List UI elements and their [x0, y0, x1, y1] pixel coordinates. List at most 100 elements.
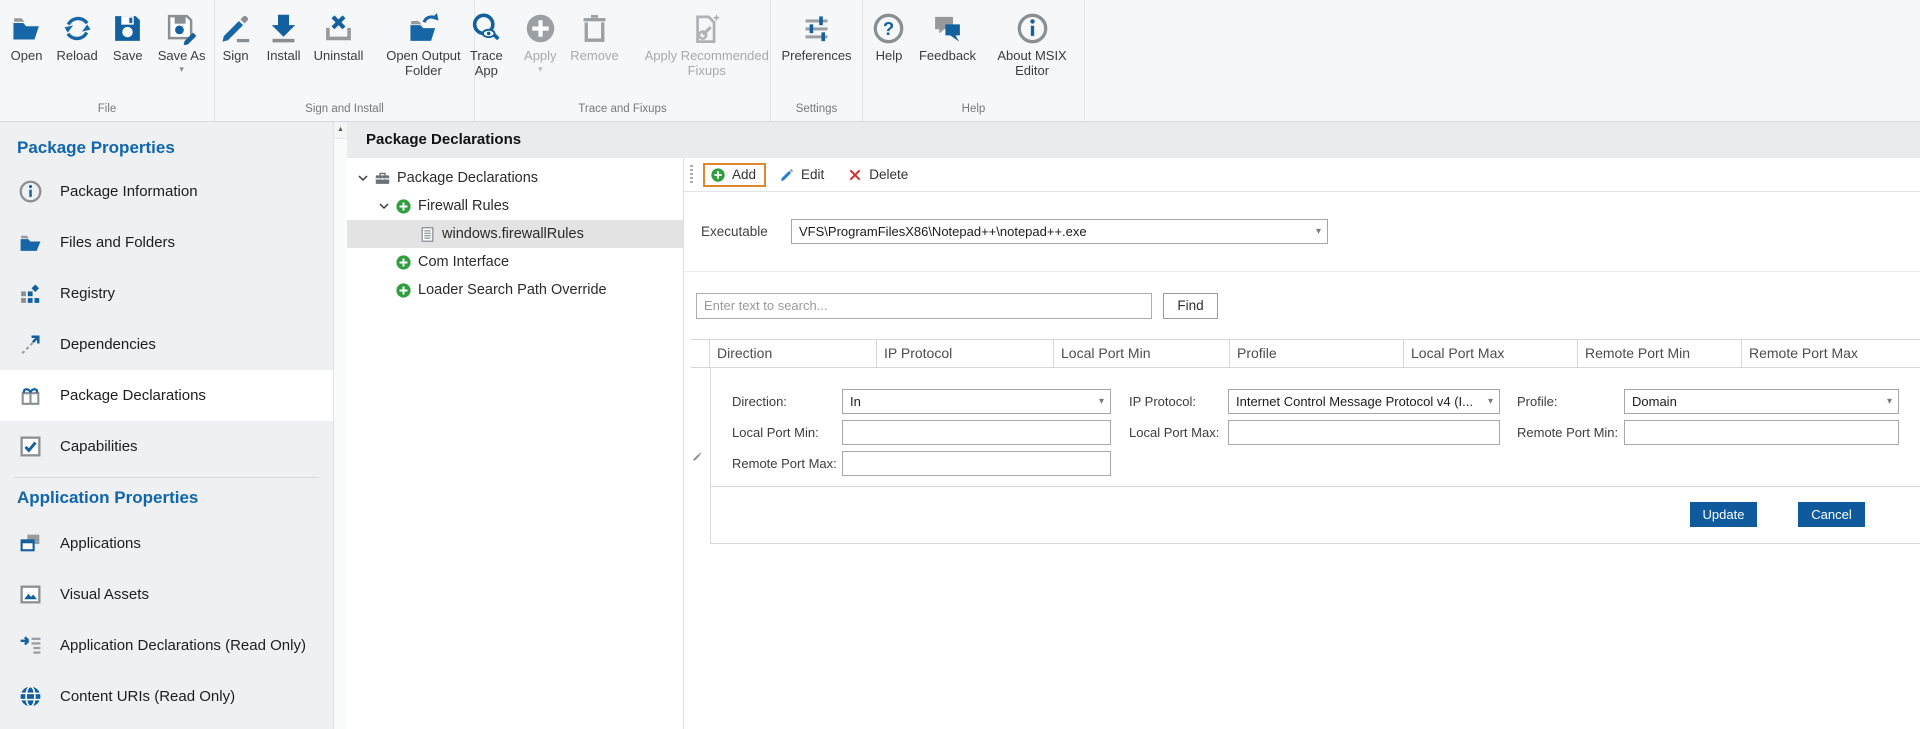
sidebar-item-applications[interactable]: Applications — [0, 518, 333, 569]
cancel-button[interactable]: Cancel — [1798, 502, 1865, 527]
remote-port-min-input[interactable] — [1624, 420, 1899, 445]
about-info-icon — [1014, 10, 1050, 46]
ribbon: Open Reload Save Save As ▾ File Sign — [0, 0, 1920, 122]
sidebar-item-registry[interactable]: Registry — [0, 268, 333, 319]
fixups-icon — [689, 10, 725, 46]
open-button[interactable]: Open — [3, 5, 51, 65]
document-icon — [418, 225, 436, 243]
open-button-label: Open — [11, 48, 43, 63]
combo-arrow-icon[interactable]: ▾ — [1887, 397, 1892, 407]
column-header-remote-port-min[interactable]: Remote Port Min — [1577, 340, 1741, 367]
sidebar-item-visual-assets[interactable]: Visual Assets — [0, 569, 333, 620]
ribbon-group-help: ? Help Feedback About MSIX Editor Help — [863, 0, 1085, 121]
trace-app-button[interactable]: Trace App — [456, 5, 516, 81]
panel-empty-area — [684, 544, 1920, 729]
sidebar-item-content-uris[interactable]: Content URIs (Read Only) — [0, 671, 333, 722]
column-header-local-port-min[interactable]: Local Port Min — [1053, 340, 1229, 367]
toolbar-grip-handle[interactable] — [690, 165, 693, 185]
sidebar-item-capabilities[interactable]: Capabilities — [0, 421, 333, 472]
apply-button-label: Apply — [524, 48, 557, 63]
update-button[interactable]: Update — [1690, 502, 1757, 527]
edit-button[interactable]: Edit — [772, 163, 834, 187]
column-header-local-port-max[interactable]: Local Port Max — [1403, 340, 1577, 367]
sidebar-item-package-declarations[interactable]: Package Declarations — [0, 370, 333, 421]
ip-protocol-select[interactable]: Internet Control Message Protocol v4 (I.… — [1228, 389, 1500, 414]
column-header-profile[interactable]: Profile — [1229, 340, 1403, 367]
search-input[interactable] — [696, 293, 1152, 319]
sidebar-item-files-and-folders[interactable]: Files and Folders — [0, 217, 333, 268]
toolbox-icon — [373, 169, 391, 187]
local-port-max-input[interactable] — [1228, 420, 1500, 445]
remove-button[interactable]: Remove — [564, 5, 624, 65]
open-output-folder-icon — [405, 10, 441, 46]
help-button-label: Help — [876, 48, 903, 63]
save-as-button[interactable]: Save As ▾ — [152, 5, 212, 76]
tree-node-package-declarations[interactable]: Package Declarations — [347, 164, 683, 192]
add-circle-icon — [710, 167, 726, 183]
sidebar-item-application-declarations[interactable]: Application Declarations (Read Only) — [0, 620, 333, 671]
edit-pencil-icon — [779, 167, 795, 183]
tree-node-windows-firewallrules[interactable]: windows.firewallRules — [347, 220, 683, 248]
trace-app-icon — [468, 10, 504, 46]
install-button[interactable]: Install — [260, 5, 308, 65]
delete-button[interactable]: Delete — [840, 163, 918, 187]
about-msix-editor-button[interactable]: About MSIX Editor — [982, 5, 1082, 81]
executable-label: Executable — [701, 224, 774, 239]
visual-assets-image-icon — [18, 582, 43, 607]
ribbon-group-trace-fixups: Trace App Apply ▾ Remove Apply Recommend… — [475, 0, 771, 121]
tree-node-loader-search-path-override[interactable]: Loader Search Path Override — [347, 276, 683, 304]
apply-recommended-fixups-label: Apply Recommended Fixups — [631, 48, 783, 79]
sign-button[interactable]: Sign — [212, 5, 260, 65]
apply-recommended-fixups-button[interactable]: Apply Recommended Fixups — [625, 5, 789, 81]
reload-button[interactable]: Reload — [51, 5, 104, 65]
column-header-remote-port-max[interactable]: Remote Port Max — [1741, 340, 1920, 367]
local-port-min-input[interactable] — [842, 420, 1111, 445]
profile-select[interactable]: Domain ▾ — [1624, 389, 1899, 414]
delete-x-icon — [847, 167, 863, 183]
apply-plus-icon — [522, 10, 558, 46]
sidebar-item-label: Package Declarations — [60, 387, 206, 404]
ribbon-group-sign-install: Sign Install Uninstall Open Output Folde… — [215, 0, 475, 121]
apply-button[interactable]: Apply ▾ — [516, 5, 564, 76]
column-header-direction[interactable]: Direction — [709, 340, 876, 367]
sidebar-scrollbar[interactable]: ▲ — [333, 122, 347, 729]
sidebar-item-label: Registry — [60, 285, 115, 302]
row-edit-form: Direction: In ▾ IP Protocol: Internet Co… — [684, 368, 1920, 544]
sidebar-item-label: Package Information — [60, 183, 198, 200]
column-header-ip-protocol[interactable]: IP Protocol — [876, 340, 1053, 367]
scrollbar-up-arrow-icon[interactable]: ▲ — [334, 122, 347, 139]
uninstall-button[interactable]: Uninstall — [308, 5, 370, 65]
direction-select-value: In — [850, 394, 861, 409]
combo-arrow-icon[interactable]: ▾ — [1488, 397, 1493, 407]
preferences-button[interactable]: Preferences — [775, 5, 857, 65]
direction-select[interactable]: In ▾ — [842, 389, 1111, 414]
add-button[interactable]: Add — [703, 163, 766, 187]
sidebar-item-label: Content URIs (Read Only) — [60, 688, 235, 705]
feedback-button[interactable]: Feedback — [913, 5, 982, 65]
tree-node-com-interface[interactable]: Com Interface — [347, 248, 683, 276]
svg-text:?: ? — [883, 17, 894, 38]
edit-row-pencil-icon — [691, 450, 704, 463]
remote-port-max-label: Remote Port Max: — [732, 456, 837, 471]
about-msix-editor-label: About MSIX Editor — [988, 48, 1076, 79]
remote-port-max-input[interactable] — [842, 451, 1111, 476]
feedback-icon — [930, 10, 966, 46]
help-button[interactable]: ? Help — [865, 5, 913, 65]
edit-actions: Update Cancel — [711, 487, 1920, 544]
save-as-icon — [164, 10, 200, 46]
ip-protocol-select-value: Internet Control Message Protocol v4 (I.… — [1236, 394, 1473, 409]
find-button[interactable]: Find — [1163, 293, 1218, 319]
sidebar-item-package-information[interactable]: Package Information — [0, 166, 333, 217]
expander-chevron-icon[interactable] — [356, 171, 370, 185]
expander-chevron-icon[interactable] — [377, 199, 391, 213]
tree-node-firewall-rules[interactable]: Firewall Rules — [347, 192, 683, 220]
executable-combobox[interactable]: VFS\ProgramFilesX86\Notepad++\notepad++.… — [791, 219, 1328, 244]
save-button[interactable]: Save — [104, 5, 152, 65]
combo-arrow-icon[interactable]: ▾ — [1316, 227, 1321, 237]
sign-pencil-icon — [218, 10, 254, 46]
executable-combobox-value: VFS\ProgramFilesX86\Notepad++\notepad++.… — [799, 224, 1087, 239]
preferences-sliders-icon — [799, 10, 835, 46]
combo-arrow-icon[interactable]: ▾ — [1099, 397, 1104, 407]
sidebar-item-dependencies[interactable]: Dependencies — [0, 319, 333, 370]
sidebar: Package Properties Package Information F… — [0, 122, 333, 729]
